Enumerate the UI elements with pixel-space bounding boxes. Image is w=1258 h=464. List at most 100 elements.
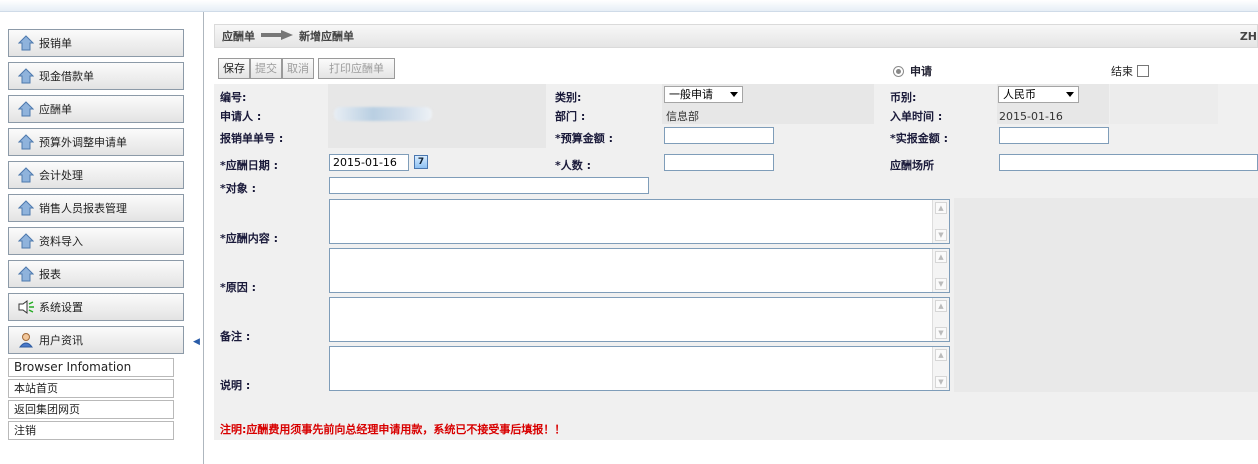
print-button[interactable]: 打印应酬单: [318, 58, 395, 79]
cell-bg: [328, 124, 546, 148]
actual-input[interactable]: [999, 127, 1109, 144]
house-icon: [17, 133, 35, 151]
sidebar-item-label: 应酬单: [39, 103, 72, 116]
speaker-icon: [17, 298, 35, 316]
explain-textarea[interactable]: ▲ ▼: [329, 346, 950, 391]
entry-time-label: 入单时间 :: [890, 110, 943, 123]
number-label: 编号:: [220, 91, 247, 104]
venue-label: 应酬场所: [890, 159, 934, 172]
house-icon: [17, 67, 35, 85]
calendar-icon[interactable]: 7: [414, 155, 428, 169]
category-value: 一般申请: [669, 88, 713, 101]
remarks-label: 备注 :: [220, 330, 251, 343]
budget-label: *预算金额 :: [555, 132, 613, 145]
people-input[interactable]: [664, 154, 774, 171]
currency-label: 币别:: [890, 91, 917, 104]
language-label[interactable]: ZH: [1240, 30, 1257, 43]
save-button[interactable]: 保存: [218, 58, 250, 79]
browser-info-title: Browser Infomation: [8, 358, 174, 377]
content-label: *应酬内容 :: [220, 232, 278, 245]
end-label: 结束: [1111, 65, 1133, 78]
target-input[interactable]: [329, 177, 649, 194]
sidebar-item-7[interactable]: 报表: [8, 260, 184, 288]
reason-textarea[interactable]: ▲ ▼: [329, 248, 950, 293]
toolbar: 保存 提交 取消 打印应酬单: [218, 58, 395, 79]
date-input[interactable]: 2015-01-16: [329, 154, 409, 171]
breadcrumb-current: 新增应酬单: [299, 30, 354, 43]
sidebar-item-8[interactable]: 系统设置: [8, 293, 184, 321]
currency-value: 人民币: [1003, 88, 1036, 101]
scrollbar[interactable]: ▲ ▼: [932, 298, 949, 341]
link-home[interactable]: 本站首页: [8, 379, 174, 398]
chevron-down-icon: [730, 92, 738, 97]
remarks-textarea[interactable]: ▲ ▼: [329, 297, 950, 342]
sidebar-item-1[interactable]: 现金借款单: [8, 62, 184, 90]
cell-bg: [1110, 84, 1218, 124]
sidebar-item-label: 现金借款单: [39, 70, 94, 83]
sidebar-item-5[interactable]: 销售人员报表管理: [8, 194, 184, 222]
applicant-label: 申请人 :: [220, 110, 262, 123]
status-end: 结束: [1111, 63, 1149, 79]
sidebar-item-label: 报表: [39, 268, 61, 281]
sidebar-item-label: 预算外调整申请单: [39, 136, 127, 149]
sidebar-item-label: 报销单: [39, 37, 72, 50]
breadcrumb: 应酬单 新增应酬单 ZH: [214, 24, 1258, 48]
reason-label: *原因 :: [220, 281, 256, 294]
sidebar-item-4[interactable]: 会计处理: [8, 161, 184, 189]
content-textarea[interactable]: ▲ ▼: [329, 199, 950, 244]
divider: [203, 12, 204, 464]
people-label: *人数 :: [555, 159, 591, 172]
apply-label: 申请: [910, 65, 932, 78]
scroll-down-icon[interactable]: ▼: [935, 376, 947, 388]
house-icon: [17, 166, 35, 184]
sidebar-item-3[interactable]: 预算外调整申请单: [8, 128, 184, 156]
sidebar-item-label: 会计处理: [39, 169, 83, 182]
scroll-up-icon[interactable]: ▲: [935, 202, 947, 214]
scroll-up-icon[interactable]: ▲: [935, 300, 947, 312]
sidebar-item-2[interactable]: 应酬单: [8, 95, 184, 123]
spacer-row: [214, 392, 1258, 418]
explain-label: 说明 :: [220, 379, 251, 392]
category-select[interactable]: 一般申请: [664, 86, 743, 103]
venue-input[interactable]: [999, 154, 1258, 171]
currency-select[interactable]: 人民币: [998, 86, 1079, 103]
actual-label: *实报金额 :: [890, 132, 948, 145]
user-icon: [17, 331, 35, 349]
policy-note: 注明:应酬费用须事先前向总经理申请用款，系统已不接受事后填报！！: [220, 423, 566, 436]
applicant-name-redacted: [334, 107, 432, 121]
scroll-down-icon[interactable]: ▼: [935, 229, 947, 241]
submit-button[interactable]: 提交: [250, 58, 282, 79]
date-label: *应酬日期 :: [220, 159, 278, 172]
dept-label: 部门 :: [555, 110, 586, 123]
scrollbar[interactable]: ▲ ▼: [932, 200, 949, 243]
chevron-down-icon: [1066, 92, 1074, 97]
link-logout[interactable]: 注销: [8, 421, 174, 440]
apply-radio[interactable]: [893, 65, 904, 77]
scrollbar[interactable]: ▲ ▼: [932, 347, 949, 390]
scrollbar[interactable]: ▲ ▼: [932, 249, 949, 292]
sidebar-item-label: 系统设置: [39, 301, 83, 314]
target-label: *对象 :: [220, 182, 256, 195]
cell-bg: [954, 198, 1258, 392]
entry-time-value: 2015-01-16: [999, 110, 1063, 123]
scroll-down-icon[interactable]: ▼: [935, 278, 947, 290]
sidebar-item-9[interactable]: 用户资讯: [8, 326, 184, 354]
link-group-site[interactable]: 返回集团网页: [8, 400, 174, 419]
budget-input[interactable]: [664, 127, 774, 144]
scroll-up-icon[interactable]: ▲: [935, 349, 947, 361]
sidebar-item-0[interactable]: 报销单: [8, 29, 184, 57]
scroll-up-icon[interactable]: ▲: [935, 251, 947, 263]
sidebar-item-6[interactable]: 资料导入: [8, 227, 184, 255]
house-icon: [17, 265, 35, 283]
sidebar-item-label: 销售人员报表管理: [39, 202, 127, 215]
breadcrumb-parent[interactable]: 应酬单: [222, 28, 255, 44]
end-checkbox[interactable]: [1137, 65, 1149, 77]
scroll-down-icon[interactable]: ▼: [935, 327, 947, 339]
dept-value: 信息部: [666, 110, 699, 123]
cancel-button[interactable]: 取消: [282, 58, 314, 79]
house-icon: [17, 34, 35, 52]
house-icon: [17, 199, 35, 217]
collapse-sidebar-icon[interactable]: ◀: [193, 336, 203, 348]
status-apply: 申请: [893, 63, 932, 79]
sidebar-item-label: 用户资讯: [39, 334, 83, 347]
